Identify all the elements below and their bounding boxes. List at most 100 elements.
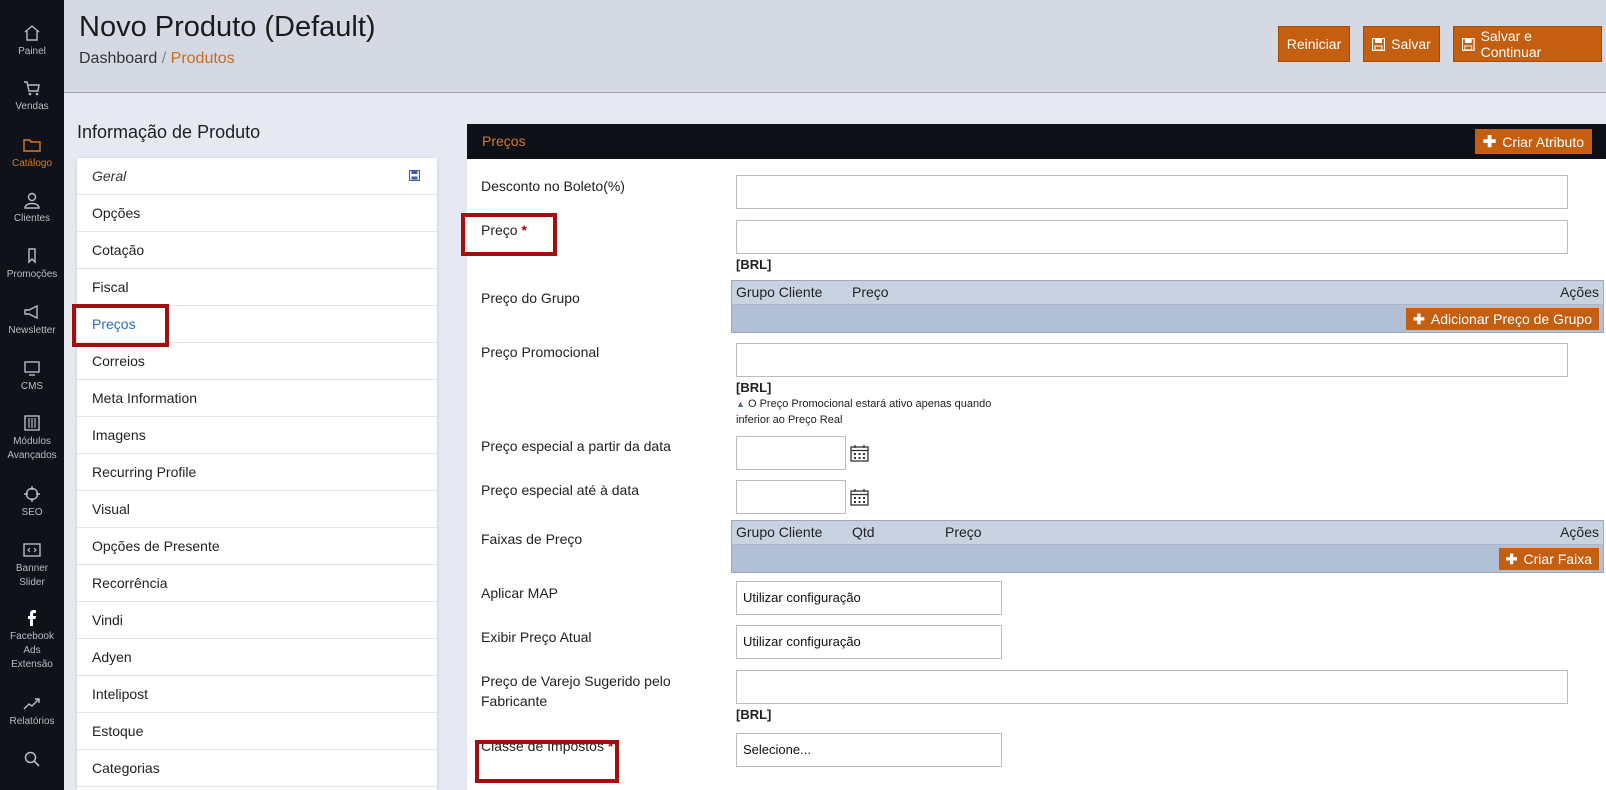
create-tier-label: Criar Faixa bbox=[1523, 551, 1592, 567]
tab-label: Fiscal bbox=[92, 279, 129, 295]
tag-icon bbox=[28, 248, 36, 264]
breadcrumb-dashboard[interactable]: Dashboard bbox=[79, 50, 157, 67]
user-icon bbox=[24, 192, 40, 209]
tab-label: Opções de Presente bbox=[92, 538, 220, 554]
tab-adyen[interactable]: Adyen bbox=[77, 639, 437, 676]
tab-opcoes-de-presente[interactable]: Opções de Presente bbox=[77, 528, 437, 565]
tax-class-select[interactable]: Selecione... bbox=[736, 733, 1002, 767]
nav-label: Catálogo bbox=[11, 158, 53, 169]
col-actions: Ações bbox=[1560, 284, 1599, 300]
calendar-icon[interactable] bbox=[850, 445, 869, 462]
tab-label: Categorias bbox=[92, 760, 160, 776]
reset-button[interactable]: Reiniciar bbox=[1278, 26, 1350, 62]
tab-meta-information[interactable]: Meta Information bbox=[77, 380, 437, 417]
tab-intelipost[interactable]: Intelipost bbox=[77, 676, 437, 713]
nav-label: Módulos Avançados bbox=[7, 436, 57, 461]
apply-map-select[interactable]: Utilizar configuração bbox=[736, 581, 1002, 615]
nav-label: Relatórios bbox=[9, 716, 55, 727]
nav-item-catalogo[interactable]: Catálogo bbox=[0, 136, 64, 171]
special-price-label: Preço Promocional bbox=[481, 344, 600, 360]
tab-geral[interactable]: Geral bbox=[77, 158, 437, 195]
create-attribute-button[interactable]: ✚ Criar Atributo bbox=[1474, 129, 1592, 154]
nav-label: Facebook Ads Extensão bbox=[10, 631, 54, 670]
highlight-price-label bbox=[461, 213, 557, 256]
special-to-label: Preço especial até à data bbox=[481, 482, 639, 498]
special-from-label: Preço especial a partir da data bbox=[481, 438, 671, 454]
code-icon bbox=[23, 543, 41, 557]
boleto-discount-label: Desconto no Boleto(%) bbox=[481, 178, 625, 194]
show-price-select[interactable]: Utilizar configuração bbox=[736, 625, 1002, 659]
floppy-icon bbox=[1462, 37, 1475, 51]
create-tier-button[interactable]: ✚ Criar Faixa bbox=[1498, 548, 1599, 570]
nav-item-painel[interactable]: Painel bbox=[0, 24, 64, 59]
special-to-input[interactable] bbox=[736, 480, 846, 514]
save-button-label: Salvar bbox=[1391, 36, 1431, 52]
cart-icon bbox=[24, 81, 40, 96]
nav-item-clientes[interactable]: Clientes bbox=[0, 191, 64, 226]
tab-fiscal[interactable]: Fiscal bbox=[77, 269, 437, 306]
nav-item-facebook-ads[interactable]: Facebook Ads Extensão bbox=[0, 609, 64, 672]
tab-categorias[interactable]: Categorias bbox=[77, 750, 437, 787]
nav-item-banner-slider[interactable]: Banner Slider bbox=[0, 541, 64, 590]
special-price-note-text: O Preço Promocional estará ativo apenas … bbox=[736, 398, 992, 426]
breadcrumb-produtos[interactable]: Produtos bbox=[171, 50, 235, 67]
tab-cotacao[interactable]: Cotação bbox=[77, 232, 437, 269]
add-group-price-button[interactable]: ✚ Adicionar Preço de Grupo bbox=[1406, 308, 1599, 330]
special-from-input[interactable] bbox=[736, 436, 846, 470]
floppy-icon bbox=[409, 170, 420, 181]
price-input[interactable] bbox=[736, 220, 1568, 254]
tab-recurring-profile[interactable]: Recurring Profile bbox=[77, 454, 437, 491]
megaphone-icon bbox=[24, 304, 38, 320]
nav-item-promocoes[interactable]: Promoções bbox=[0, 247, 64, 282]
col-price: Preço bbox=[852, 284, 889, 300]
nav-label: SEO bbox=[21, 507, 43, 518]
nav-item-cms[interactable]: CMS bbox=[0, 359, 64, 394]
grid-header: Grupo Cliente Preço Ações bbox=[732, 281, 1603, 305]
col-customer-group: Grupo Cliente bbox=[736, 524, 823, 540]
sidebar-title: Informação de Produto bbox=[77, 122, 261, 142]
tab-estoque[interactable]: Estoque bbox=[77, 713, 437, 750]
col-actions: Ações bbox=[1560, 524, 1599, 540]
msrp-input[interactable] bbox=[736, 670, 1568, 704]
tier-price-label: Faixas de Preço bbox=[481, 531, 583, 547]
nav-item-newsletter[interactable]: Newsletter bbox=[0, 303, 64, 338]
page-header: Novo Produto (Default) Dashboard / Produ… bbox=[64, 0, 1606, 93]
floppy-icon bbox=[1372, 37, 1386, 51]
panel-title: Preços bbox=[482, 133, 526, 149]
nav-item-modulos[interactable]: Módulos Avançados bbox=[0, 414, 64, 463]
nav-label: Newsletter bbox=[8, 325, 56, 336]
tab-vindi[interactable]: Vindi bbox=[77, 602, 437, 639]
prices-panel: Preços ✚ Criar Atributo Desconto no Bole… bbox=[467, 124, 1606, 790]
calendar-icon[interactable] bbox=[850, 489, 869, 506]
special-price-note: ▲ O Preço Promocional estará ativo apena… bbox=[736, 396, 1016, 428]
save-continue-button-label: Salvar e Continuar bbox=[1480, 28, 1542, 60]
grid-header: Grupo Cliente Qtd Preço Ações bbox=[732, 521, 1603, 545]
folder-icon bbox=[23, 139, 41, 152]
tab-recorrencia[interactable]: Recorrência bbox=[77, 565, 437, 602]
special-price-input[interactable] bbox=[736, 343, 1568, 377]
boleto-discount-input[interactable] bbox=[736, 175, 1568, 209]
tab-label: Opções bbox=[92, 205, 141, 221]
nav-item-vendas[interactable]: Vendas bbox=[0, 79, 64, 114]
chart-icon bbox=[23, 698, 40, 710]
nav-label: CMS bbox=[20, 381, 44, 392]
tab-correios[interactable]: Correios bbox=[77, 343, 437, 380]
tab-label: Visual bbox=[92, 501, 130, 517]
currency-label: [BRL] bbox=[736, 257, 772, 272]
tab-label: Intelipost bbox=[92, 686, 149, 702]
nav-item-relatorios[interactable]: Relatórios bbox=[0, 694, 64, 729]
nav-item-seo[interactable]: SEO bbox=[0, 485, 64, 520]
tab-label: Adyen bbox=[92, 649, 132, 665]
msrp-label: Preço de Varejo Sugerido pelo Fabricante bbox=[481, 673, 671, 709]
nav-item-search[interactable] bbox=[0, 750, 64, 771]
sliders-icon bbox=[24, 415, 40, 431]
tab-label: Meta Information bbox=[92, 390, 198, 406]
save-button[interactable]: Salvar bbox=[1363, 26, 1440, 62]
facebook-icon bbox=[28, 610, 36, 626]
tab-imagens[interactable]: Imagens bbox=[77, 417, 437, 454]
tab-opcoes[interactable]: Opções bbox=[77, 195, 437, 232]
reset-button-label: Reiniciar bbox=[1286, 36, 1342, 52]
col-customer-group: Grupo Cliente bbox=[736, 284, 823, 300]
tab-visual[interactable]: Visual bbox=[77, 491, 437, 528]
save-continue-button[interactable]: Salvar e Continuar bbox=[1453, 26, 1602, 62]
